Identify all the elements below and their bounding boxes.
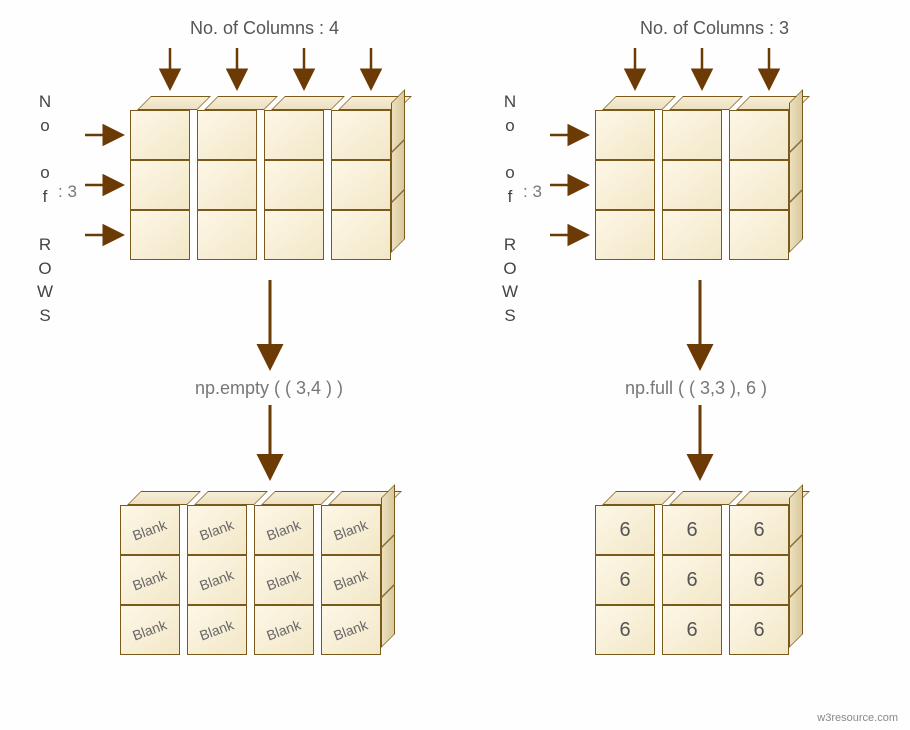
row-letter: o (505, 163, 514, 182)
cell-value: 6 (619, 569, 630, 592)
cell-value: Blank (332, 616, 370, 643)
row-letter: O (38, 259, 51, 278)
row-letter (43, 140, 48, 159)
row-letter: N (504, 92, 516, 111)
cell-value: Blank (198, 516, 236, 543)
right-func-label: np.full ( ( 3,3 ), 6 ) (625, 378, 767, 399)
row-letter: o (40, 163, 49, 182)
cell-value: Blank (332, 566, 370, 593)
row-letter: N (39, 92, 51, 111)
left-row-label: N o o f R O W S (35, 90, 55, 328)
row-letter: O (503, 259, 516, 278)
cell-value: Blank (131, 566, 169, 593)
right-row-label: N o o f R O W S (500, 90, 520, 328)
row-letter: S (39, 306, 50, 325)
cell-value: Blank (198, 566, 236, 593)
cell-value: 6 (753, 519, 764, 542)
left-func-label: np.empty ( ( 3,4 ) ) (195, 378, 343, 399)
row-letter (508, 140, 513, 159)
row-letter: f (43, 187, 48, 206)
footer-credit: w3resource.com (817, 712, 898, 724)
cell-value: 6 (619, 519, 630, 542)
cell-value: 6 (753, 619, 764, 642)
cell-value: Blank (265, 516, 303, 543)
cell-value: 6 (753, 569, 764, 592)
cell-value: 6 (686, 569, 697, 592)
cell-value: 6 (619, 619, 630, 642)
row-letter: R (504, 235, 516, 254)
row-letter (508, 211, 513, 230)
right-row-count: : 3 (523, 180, 542, 204)
row-letter: W (502, 282, 518, 301)
cell-value: Blank (265, 566, 303, 593)
row-letter: o (505, 116, 514, 135)
row-letter (43, 211, 48, 230)
cell-value: Blank (198, 616, 236, 643)
cell-value: Blank (332, 516, 370, 543)
row-letter: R (39, 235, 51, 254)
right-col-label: No. of Columns : 3 (640, 18, 789, 39)
cell-value: Blank (265, 616, 303, 643)
row-letter: S (504, 306, 515, 325)
diagram-root: No. of Columns : 4 N o o f R O W S : 3 n… (0, 0, 910, 730)
left-col-label: No. of Columns : 4 (190, 18, 339, 39)
row-letter: o (40, 116, 49, 135)
row-letter: W (37, 282, 53, 301)
row-letter: f (508, 187, 513, 206)
cell-value: 6 (686, 619, 697, 642)
cell-value: Blank (131, 516, 169, 543)
cell-value: Blank (131, 616, 169, 643)
cell-value: 6 (686, 519, 697, 542)
left-row-count: : 3 (58, 180, 77, 204)
